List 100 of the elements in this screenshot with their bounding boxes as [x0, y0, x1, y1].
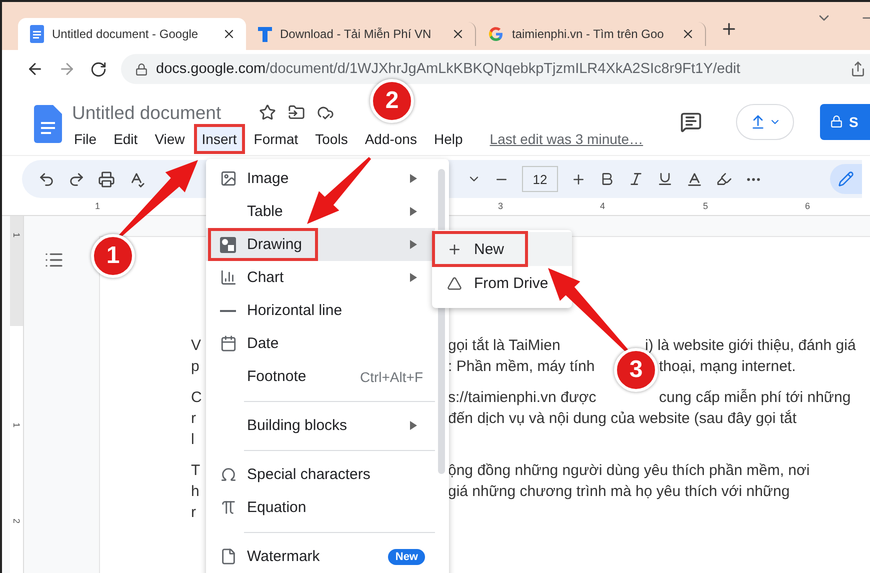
google-icon	[488, 26, 504, 42]
editing-mode-button[interactable]	[830, 164, 862, 194]
italic-icon[interactable]	[628, 171, 644, 187]
menu-item[interactable]: Add-ons	[356, 124, 425, 154]
close-icon[interactable]	[451, 27, 465, 41]
text-fragment: r	[191, 410, 196, 427]
option-label: Horizontal line	[247, 302, 342, 319]
site-logo-icon	[258, 26, 272, 42]
drive-icon	[447, 276, 462, 290]
ruler-number: 5	[703, 201, 708, 211]
browser-tab[interactable]: taimienphi.vn - Tìm trên Goo	[476, 22, 706, 46]
undo-icon[interactable]	[38, 170, 55, 188]
menu-item[interactable]: File	[66, 124, 105, 154]
chart-icon	[220, 269, 236, 286]
shortcut-text: Ctrl+Alt+F	[360, 368, 423, 384]
menu-item[interactable]: Format	[246, 124, 306, 154]
plus-icon	[447, 242, 462, 256]
font-size-field[interactable]: 12	[522, 166, 558, 192]
reload-icon[interactable]	[90, 60, 107, 78]
menu-option[interactable]: Drawing	[206, 228, 435, 261]
option-label: Chart	[247, 269, 284, 286]
share-icon[interactable]	[850, 61, 866, 77]
ruler-number: 1	[12, 422, 22, 428]
star-icon[interactable]	[259, 104, 276, 121]
cloud-icon[interactable]	[317, 104, 334, 121]
redo-icon[interactable]	[68, 170, 85, 188]
ruler-number: 1	[95, 201, 100, 211]
lock-icon	[135, 62, 148, 76]
document-icon	[220, 548, 236, 565]
browser-tab[interactable]: Untitled document - Google	[18, 18, 246, 50]
menu-item[interactable]: Edit	[106, 124, 146, 154]
browser-tab[interactable]: Download - Tải Miễn Phí VN	[246, 22, 476, 46]
text-color-icon[interactable]	[686, 170, 703, 188]
present-button[interactable]	[736, 104, 794, 140]
calendar-icon	[220, 335, 236, 352]
menu-option[interactable]: Footnote Ctrl+Alt+F	[206, 360, 435, 393]
menu-option[interactable]: New	[432, 232, 572, 266]
present-icon	[750, 114, 766, 130]
plus-icon[interactable]	[571, 172, 586, 186]
new-tab-icon[interactable]	[720, 20, 738, 38]
menu-item[interactable]: Insert	[194, 124, 245, 154]
option-label: Equation	[247, 499, 306, 516]
docs-logo-icon	[34, 105, 62, 143]
pi-icon	[220, 499, 236, 516]
menu-option[interactable]: Special characters	[206, 458, 435, 491]
text-fragment: s://taimienphi.vn được	[448, 389, 596, 406]
text-fragment: l	[191, 431, 194, 448]
menu-option[interactable]: Date	[206, 327, 435, 360]
menu-item[interactable]: Tools	[307, 124, 356, 154]
omega-icon	[220, 466, 236, 483]
text-fragment: p	[191, 358, 200, 375]
menu-option[interactable]: Image	[206, 162, 435, 195]
drawing-icon	[219, 236, 237, 254]
step-number: 2	[370, 79, 414, 123]
ruler-number: 2	[12, 518, 22, 524]
menu-option[interactable]: Table	[206, 195, 435, 228]
text-fragment: V	[191, 337, 202, 354]
docs-icon	[30, 25, 44, 43]
new-badge: New	[388, 548, 425, 564]
image-icon	[220, 170, 236, 187]
menu-item[interactable]: View	[146, 124, 193, 154]
menu-option[interactable]: Building blocks	[206, 409, 435, 442]
menu-option[interactable]: Watermark New	[206, 540, 435, 573]
folder-icon[interactable]	[288, 104, 306, 121]
document-title[interactable]: Untitled document	[72, 102, 222, 124]
forward-icon[interactable]	[58, 60, 76, 78]
back-icon[interactable]	[26, 60, 44, 78]
line-icon	[220, 310, 236, 312]
option-label: Image	[247, 170, 289, 187]
option-label: Date	[247, 335, 279, 352]
text-fragment: : Phần mềm, máy tính	[448, 358, 595, 375]
menu-item[interactable]: Help	[426, 124, 471, 154]
option-label: Footnote	[247, 368, 306, 385]
menu-option[interactable]: Equation	[206, 491, 435, 524]
text-fragment: cung cấp miễn phí tới những	[659, 389, 851, 406]
ruler-number: 6	[805, 201, 810, 211]
text-fragment: ộng đồng những người dùng yêu thích phần mềm, nơi	[448, 462, 810, 479]
highlighter-icon[interactable]	[716, 171, 732, 187]
text-fragment: gọi tắt là TaiMien	[448, 337, 560, 354]
ruler-number: 1	[12, 232, 22, 238]
ruler-number: 4	[600, 201, 606, 211]
share-button[interactable]: S	[820, 104, 870, 140]
option-label: New	[474, 240, 504, 258]
print-icon[interactable]	[98, 170, 115, 188]
menu-option[interactable]: Chart	[206, 261, 435, 294]
text-fragment: r	[191, 504, 196, 521]
pencil-icon	[838, 171, 854, 187]
text-fragment: C	[191, 389, 202, 406]
underline-icon[interactable]	[657, 171, 673, 187]
option-label: From Drive	[474, 274, 548, 292]
last-edit-link[interactable]: Last edit was 3 minute…	[490, 130, 644, 146]
text-fragment: h	[191, 483, 200, 500]
close-icon[interactable]	[222, 27, 236, 41]
annotation-arrow	[307, 156, 372, 224]
close-icon[interactable]	[681, 27, 695, 41]
option-label: Building blocks	[247, 417, 348, 434]
menu-option[interactable]: Horizontal line	[206, 294, 435, 327]
address-bar[interactable]: docs.google.com/document/d/1WJXhrJgAmLkKBKQNqebkpTjzmILR4XkA2SIc8r9Ft1Y/edit	[121, 54, 870, 84]
ruler-number: 3	[498, 201, 504, 211]
comment-icon[interactable]	[680, 110, 702, 132]
